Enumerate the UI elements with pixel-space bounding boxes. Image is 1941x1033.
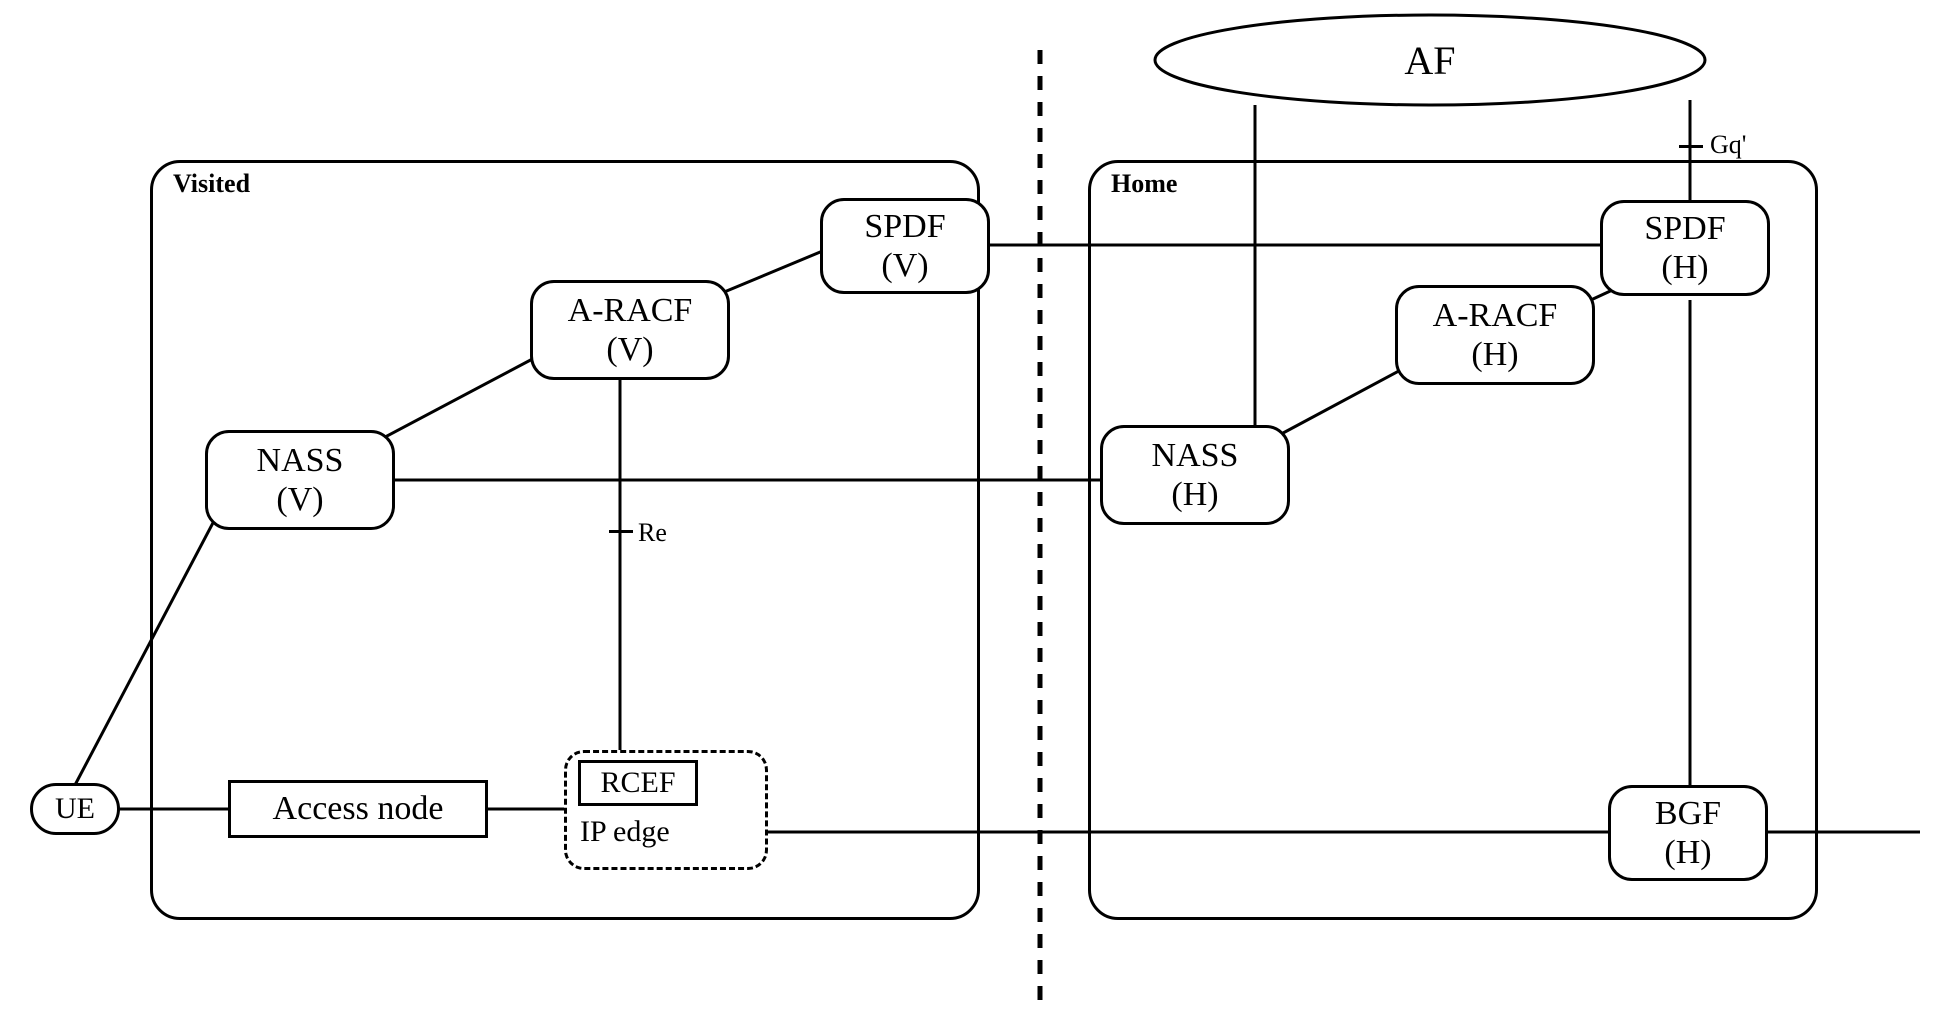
node-af: AF bbox=[1150, 10, 1710, 110]
node-af-label: AF bbox=[1150, 10, 1710, 110]
node-rcef: RCEF bbox=[578, 760, 698, 806]
node-nass-h: NASS (H) bbox=[1100, 425, 1290, 525]
node-nass-v-label: NASS (V) bbox=[257, 441, 344, 519]
iface-gq-label: Gq' bbox=[1710, 130, 1746, 160]
node-ue-label: UE bbox=[55, 792, 95, 827]
node-spdf-h: SPDF (H) bbox=[1600, 200, 1770, 296]
node-bgf-h: BGF (H) bbox=[1608, 785, 1768, 881]
iface-re-label: Re bbox=[638, 518, 667, 548]
node-bgf-h-label: BGF (H) bbox=[1655, 794, 1721, 872]
node-spdf-v: SPDF (V) bbox=[820, 198, 990, 294]
diagram-canvas: Visited Home AF UE Access node RCEF IP e… bbox=[0, 0, 1941, 1033]
node-aracf-h: A-RACF (H) bbox=[1395, 285, 1595, 385]
node-ipedge-label: IP edge bbox=[580, 815, 670, 849]
group-home-label: Home bbox=[1111, 169, 1177, 199]
tick-gq bbox=[1679, 145, 1703, 148]
node-ue: UE bbox=[30, 783, 120, 835]
node-spdf-h-label: SPDF (H) bbox=[1644, 209, 1725, 287]
node-access-label: Access node bbox=[273, 789, 444, 828]
node-aracf-v: A-RACF (V) bbox=[530, 280, 730, 380]
node-access: Access node bbox=[228, 780, 488, 838]
node-nass-v: NASS (V) bbox=[205, 430, 395, 530]
node-nass-h-label: NASS (H) bbox=[1152, 436, 1239, 514]
node-rcef-label: RCEF bbox=[600, 766, 675, 800]
node-aracf-v-label: A-RACF (V) bbox=[568, 291, 693, 369]
node-spdf-v-label: SPDF (V) bbox=[864, 207, 945, 285]
group-visited-label: Visited bbox=[173, 169, 250, 199]
node-aracf-h-label: A-RACF (H) bbox=[1433, 296, 1558, 374]
